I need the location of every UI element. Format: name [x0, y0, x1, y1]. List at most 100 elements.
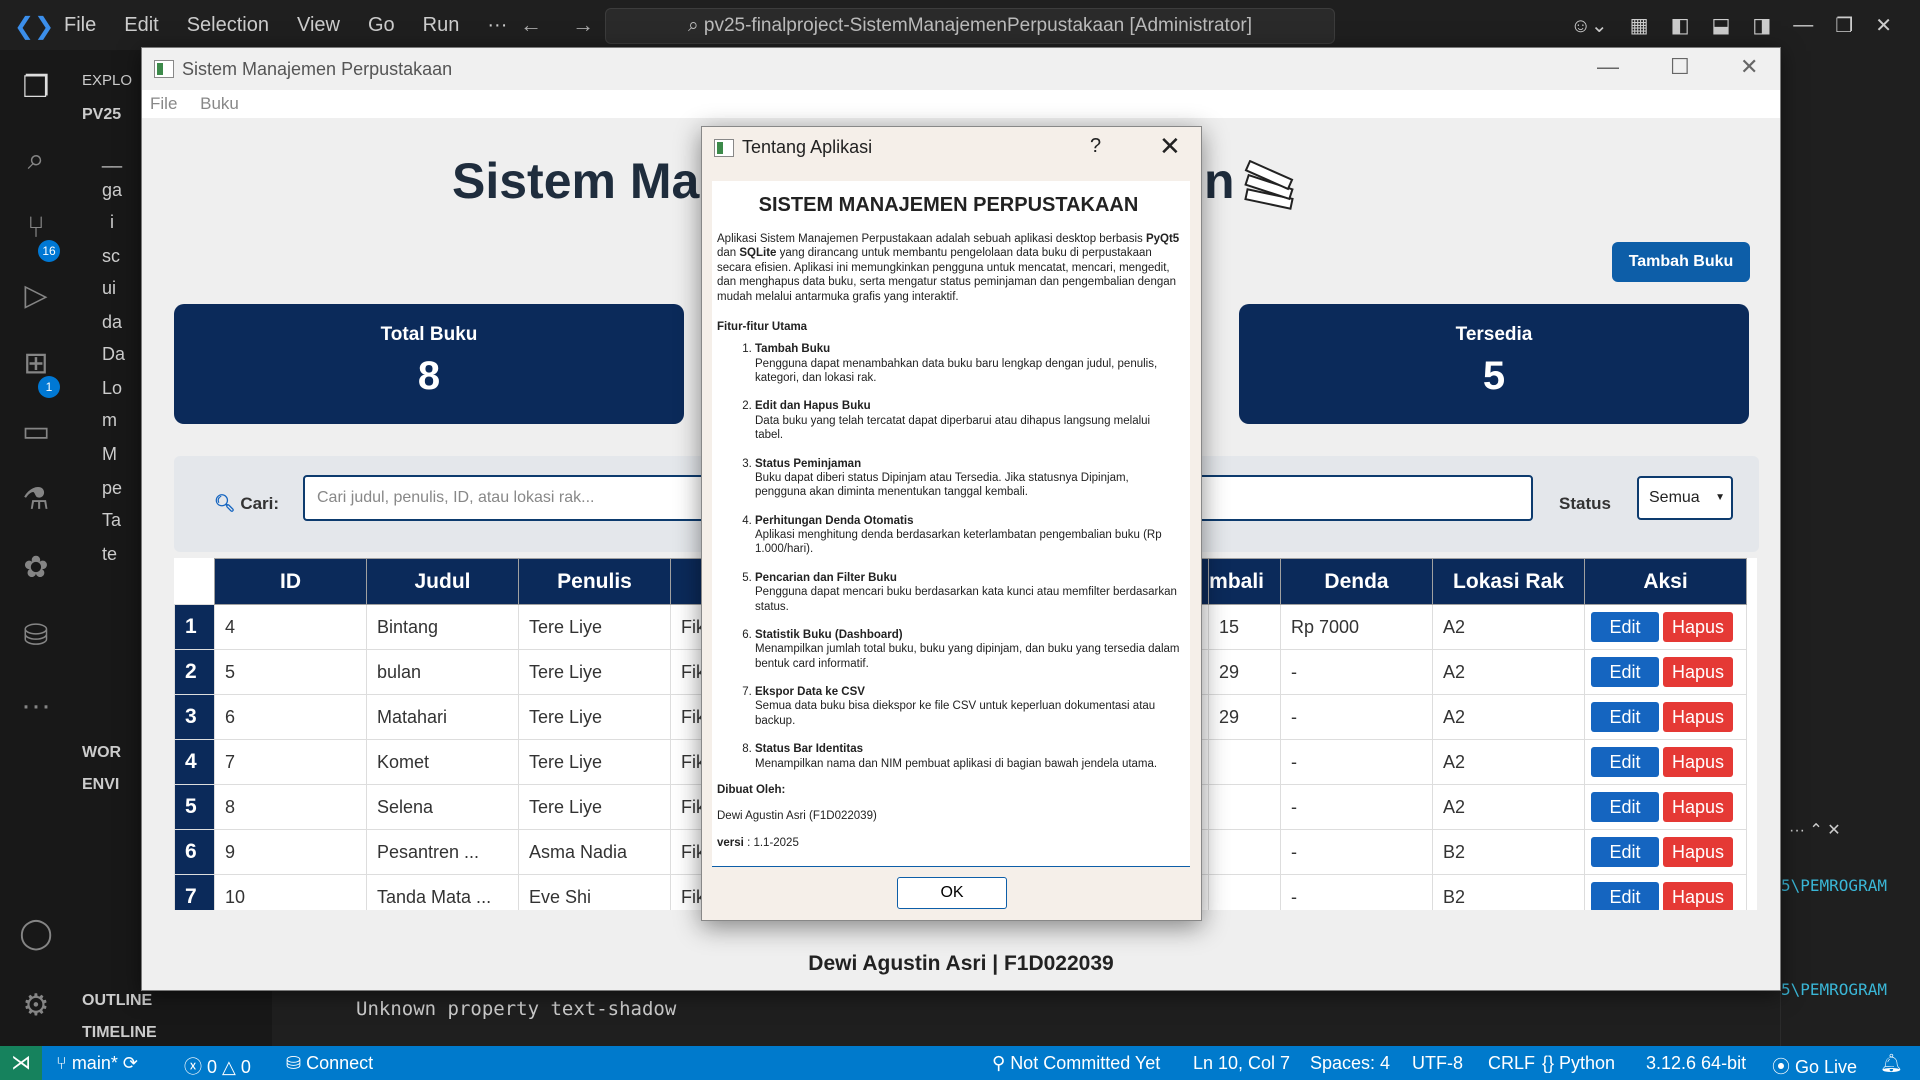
column-header[interactable]: Aksi — [1584, 558, 1747, 605]
dialog-close-icon[interactable]: ✕ — [1159, 131, 1181, 162]
branch-status[interactable]: ⑂ main* ⟳ — [56, 1053, 138, 1074]
cell-kembali[interactable]: 29 — [1208, 649, 1281, 695]
command-center-search[interactable]: ⌕ pv25-finalproject-SistemManajemenPerpu… — [605, 8, 1335, 44]
cell-penulis[interactable]: Eve Shi — [518, 874, 671, 910]
cell-penulis[interactable]: Tere Liye — [518, 604, 671, 650]
cell-penulis[interactable]: Tere Liye — [518, 784, 671, 830]
cell-judul[interactable]: Matahari — [366, 694, 519, 740]
ok-button[interactable]: OK — [897, 877, 1007, 909]
row-number[interactable]: 4 — [174, 739, 215, 785]
toggle-panel-icon[interactable]: ⬓ — [1711, 13, 1730, 38]
layout-icon[interactable]: ▦ — [1630, 13, 1649, 38]
menu-buku[interactable]: Buku — [200, 94, 239, 113]
cell-id[interactable]: 7 — [214, 739, 367, 785]
cell-denda[interactable]: - — [1280, 829, 1433, 875]
cell-kembali[interactable] — [1208, 739, 1281, 785]
maximize-icon[interactable]: ☐ — [1670, 54, 1690, 80]
cell-judul[interactable]: Selena — [366, 784, 519, 830]
row-number[interactable]: 3 — [174, 694, 215, 740]
go-live[interactable]: ⦿ Go Live — [1772, 1053, 1857, 1079]
menu-edit[interactable]: Edit — [124, 14, 158, 37]
forward-arrow-icon[interactable]: → — [572, 12, 594, 37]
cell-denda[interactable]: - — [1280, 739, 1433, 785]
cell-kembali[interactable]: 29 — [1208, 694, 1281, 740]
tree-item[interactable]: Ta — [102, 510, 121, 531]
copilot-icon[interactable]: ☺⌄ — [1570, 13, 1607, 38]
section-header[interactable]: WOR — [82, 744, 121, 762]
cell-id[interactable]: 8 — [214, 784, 367, 830]
cell-judul[interactable]: Tanda Mata ... — [366, 874, 519, 910]
python-version[interactable]: 3.12.6 64-bit — [1646, 1053, 1746, 1074]
cell-judul[interactable]: Pesantren ... — [366, 829, 519, 875]
tree-item[interactable]: Lo — [102, 378, 122, 399]
hapus-button[interactable]: Hapus — [1663, 747, 1733, 777]
minimize-icon[interactable]: — — [1597, 54, 1619, 80]
account-icon[interactable]: ◯ — [18, 916, 54, 952]
notifications-bell-icon[interactable]: 🔔︎ — [1880, 1053, 1903, 1074]
panel-controls[interactable]: ··· ⌃ ✕ — [1789, 820, 1841, 840]
cell-rak[interactable]: A2 — [1432, 784, 1585, 830]
language-mode[interactable]: {} Python — [1542, 1053, 1615, 1074]
cell-rak[interactable]: A2 — [1432, 649, 1585, 695]
menu-run[interactable]: Run — [423, 14, 460, 37]
edit-button[interactable]: Edit — [1591, 747, 1659, 777]
cell-rak[interactable]: A2 — [1432, 694, 1585, 740]
toggle-sidebar-icon[interactable]: ◧ — [1671, 13, 1690, 38]
connect-status[interactable]: ⛁ Connect — [286, 1053, 373, 1074]
menu-file[interactable]: File — [150, 94, 177, 113]
minimize-icon[interactable]: — — [1793, 14, 1813, 37]
cell-denda[interactable]: - — [1280, 784, 1433, 830]
cell-denda[interactable]: Rp 7000 — [1280, 604, 1433, 650]
hapus-button[interactable]: Hapus — [1663, 612, 1733, 642]
database-icon[interactable]: ⛁ — [18, 618, 54, 654]
cell-denda[interactable]: - — [1280, 649, 1433, 695]
tree-item[interactable]: i — [110, 212, 114, 233]
close-icon[interactable]: ✕ — [1875, 13, 1892, 38]
cell-kembali[interactable] — [1208, 874, 1281, 910]
cell-penulis[interactable]: Tere Liye — [518, 649, 671, 695]
row-number[interactable]: 5 — [174, 784, 215, 830]
status-filter-select[interactable]: Semua ▼ — [1637, 476, 1733, 520]
cell-denda[interactable]: - — [1280, 694, 1433, 740]
hapus-button[interactable]: Hapus — [1663, 657, 1733, 687]
tree-item[interactable]: M — [102, 444, 117, 465]
cell-kembali[interactable] — [1208, 829, 1281, 875]
commit-status[interactable]: ⚲ Not Committed Yet — [992, 1053, 1160, 1074]
back-arrow-icon[interactable]: ← — [520, 12, 542, 37]
cell-kembali[interactable]: 15 — [1208, 604, 1281, 650]
cell-id[interactable]: 5 — [214, 649, 367, 695]
tree-item[interactable]: te — [102, 544, 117, 565]
encoding[interactable]: UTF-8 — [1412, 1053, 1463, 1074]
section-header[interactable]: ENVI — [82, 776, 119, 794]
cell-id[interactable]: 6 — [214, 694, 367, 740]
tree-item[interactable]: da — [102, 312, 122, 333]
menu-selection[interactable]: Selection — [187, 14, 269, 37]
cell-penulis[interactable]: Asma Nadia — [518, 829, 671, 875]
tree-item[interactable]: ga — [102, 180, 122, 201]
cursor-position[interactable]: Ln 10, Col 7 — [1193, 1053, 1290, 1074]
hapus-button[interactable]: Hapus — [1663, 882, 1733, 910]
more-icon[interactable]: ··· — [18, 688, 54, 724]
cell-denda[interactable]: - — [1280, 874, 1433, 910]
timeline-header[interactable]: TIMELINE — [82, 1024, 157, 1042]
tree-item[interactable]: sc — [102, 246, 120, 267]
column-header[interactable]: mbali — [1208, 558, 1281, 605]
testing-icon[interactable]: ⚗ — [18, 482, 54, 518]
openai-icon[interactable]: ✿ — [18, 550, 54, 586]
column-header[interactable]: Judul — [366, 558, 519, 605]
tree-item[interactable]: m — [102, 410, 117, 431]
cell-id[interactable]: 9 — [214, 829, 367, 875]
close-icon[interactable]: ✕ — [1740, 54, 1758, 80]
hapus-button[interactable]: Hapus — [1663, 702, 1733, 732]
edit-button[interactable]: Edit — [1591, 837, 1659, 867]
cell-kembali[interactable] — [1208, 784, 1281, 830]
edit-button[interactable]: Edit — [1591, 792, 1659, 822]
workspace-root[interactable]: PV25 — [82, 106, 121, 124]
tree-item[interactable]: ui — [102, 278, 116, 299]
cell-penulis[interactable]: Tere Liye — [518, 739, 671, 785]
column-header[interactable]: Lokasi Rak — [1432, 558, 1585, 605]
hapus-button[interactable]: Hapus — [1663, 837, 1733, 867]
hapus-button[interactable]: Hapus — [1663, 792, 1733, 822]
cell-judul[interactable]: bulan — [366, 649, 519, 695]
column-header[interactable]: Denda — [1280, 558, 1433, 605]
